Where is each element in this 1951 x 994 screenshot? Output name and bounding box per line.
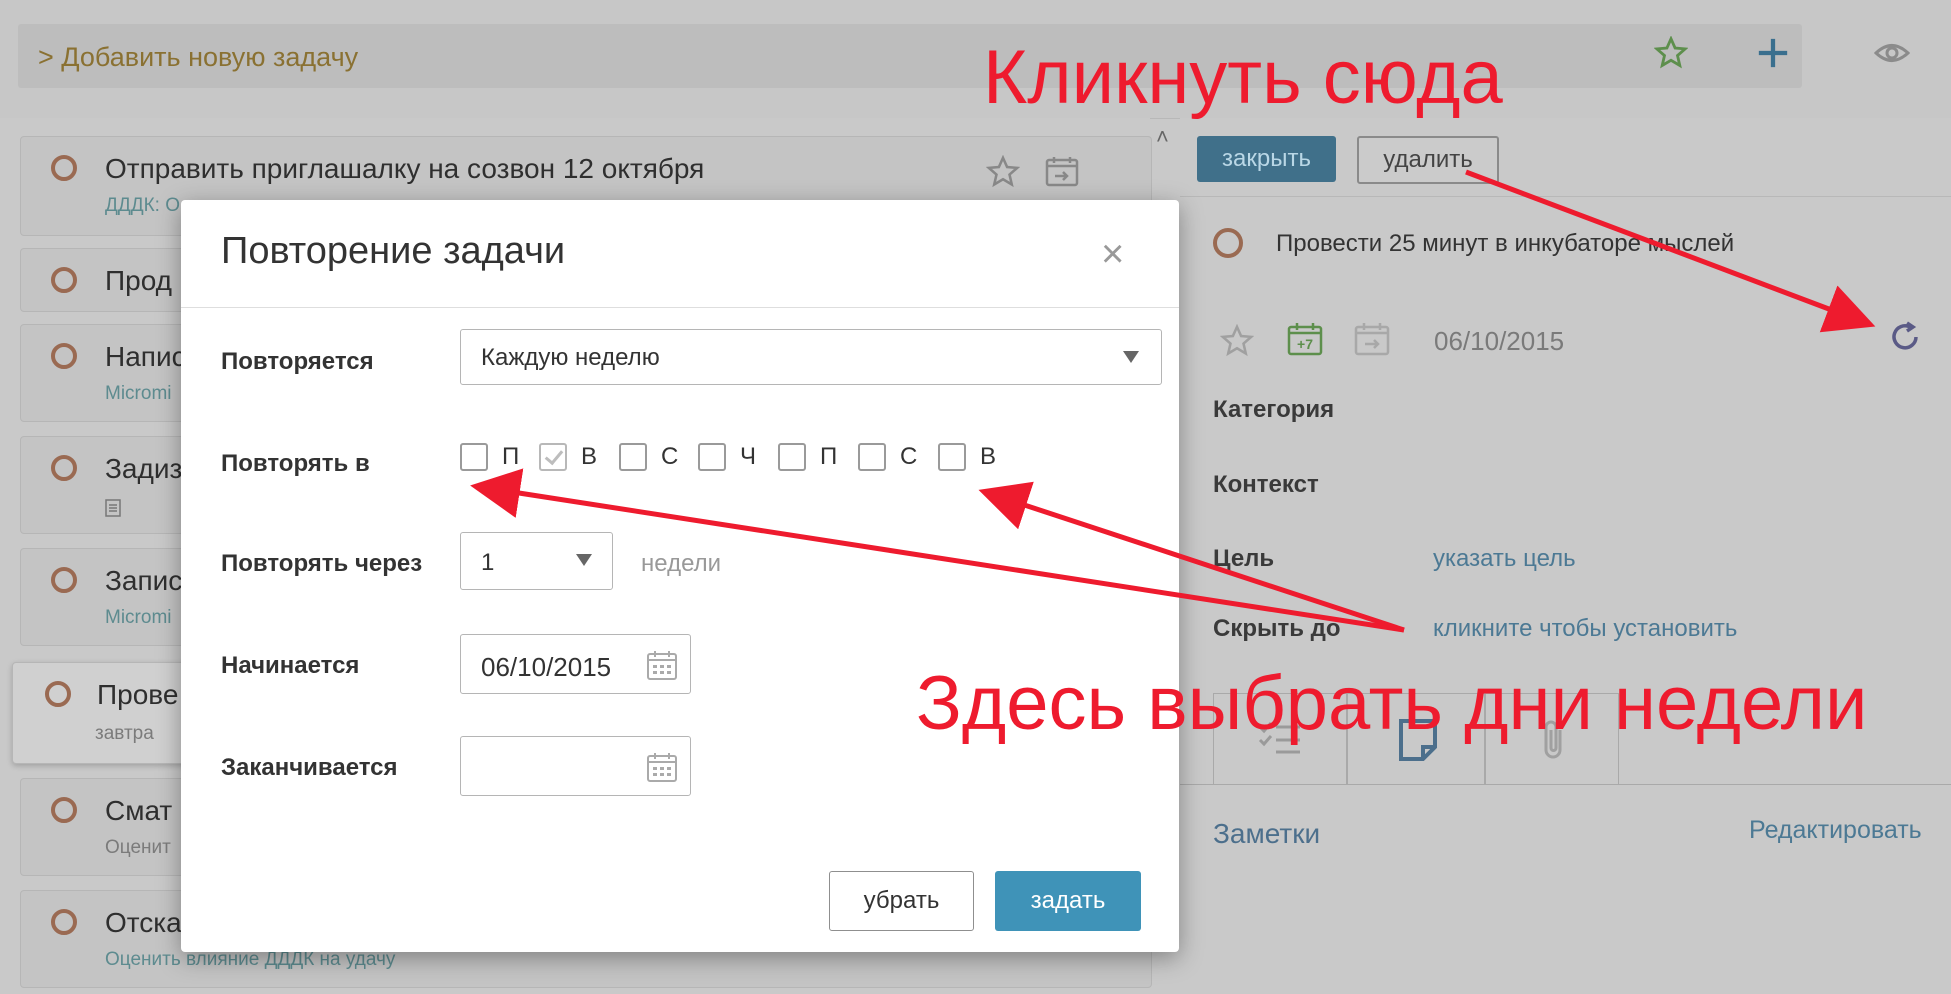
eye-icon[interactable] xyxy=(1873,42,1911,69)
divider xyxy=(181,307,1179,308)
note-icon xyxy=(105,499,121,522)
repeat-icon[interactable] xyxy=(1888,320,1922,359)
checkbox[interactable] xyxy=(460,443,488,471)
task-complete-circle[interactable] xyxy=(51,343,77,369)
detail-task-title[interactable]: Провести 25 минут в инкубаторе мыслей xyxy=(1276,230,1734,258)
add-task-label[interactable]: > Добавить новую задачу xyxy=(38,42,358,73)
postpone-calendar-icon[interactable] xyxy=(1045,155,1079,192)
hide-until-link[interactable]: кликните чтобы установить xyxy=(1433,615,1737,643)
ends-label: Заканчивается xyxy=(221,754,398,781)
goal-label: Цель xyxy=(1213,545,1275,572)
checkbox[interactable] xyxy=(698,443,726,471)
repeat-on-label: Повторять в xyxy=(221,450,370,477)
checkbox[interactable] xyxy=(778,443,806,471)
task-title[interactable]: Отска xyxy=(105,907,182,939)
task-title[interactable]: Отправить приглашалку на созвон 12 октяб… xyxy=(105,153,704,185)
task-subtitle: Оценить влияние ДДДК на удачу xyxy=(105,949,396,970)
task-complete-circle[interactable] xyxy=(1213,228,1243,258)
checkbox[interactable] xyxy=(938,443,966,471)
task-complete-circle[interactable] xyxy=(51,567,77,593)
postpone-calendar-icon[interactable] xyxy=(1354,322,1390,361)
star-icon[interactable] xyxy=(985,154,1021,194)
dialog-title: Повторение задачи xyxy=(221,230,566,272)
calendar-icon[interactable] xyxy=(646,649,678,686)
set-goal-link[interactable]: указать цель xyxy=(1433,545,1576,573)
category-label: Категория xyxy=(1213,396,1335,423)
calendar-icon[interactable] xyxy=(646,751,678,788)
hide-until-label: Скрыть до xyxy=(1213,615,1341,642)
collapse-up-icon[interactable]: ˄ xyxy=(1156,124,1169,150)
context-label: Контекст xyxy=(1213,471,1319,498)
plus7-badge-text: +7 xyxy=(1297,336,1313,352)
due-date[interactable]: 06/10/2015 xyxy=(1434,326,1564,357)
notes-heading: Заметки xyxy=(1213,818,1321,849)
checkbox[interactable] xyxy=(619,443,647,471)
repeat-every-label: Повторять через xyxy=(221,550,423,577)
task-complete-circle[interactable] xyxy=(51,909,77,935)
chevron-down-icon xyxy=(1123,350,1139,368)
task-title[interactable]: Прод xyxy=(105,265,172,297)
task-complete-circle[interactable] xyxy=(51,267,77,293)
start-date-input[interactable]: 06/10/2015 xyxy=(460,634,691,694)
task-complete-circle[interactable] xyxy=(51,455,77,481)
weekday-letter: С xyxy=(661,443,679,470)
plus-seven-days-icon[interactable]: +7 xyxy=(1287,322,1323,361)
repeat-task-dialog: Повторение задачи × Повторяется Каждую н… xyxy=(181,200,1179,952)
task-title[interactable]: Смат xyxy=(105,795,172,827)
task-title[interactable]: Запис xyxy=(105,565,182,597)
divider xyxy=(1180,784,1951,785)
weekday-letter: П xyxy=(820,443,838,470)
task-title[interactable]: Напис xyxy=(105,341,186,373)
divider xyxy=(1180,196,1951,197)
add-task-bar[interactable]: > Добавить новую задачу xyxy=(18,24,1802,88)
repeats-select-value: Каждую неделю xyxy=(481,344,660,371)
start-date-value: 06/10/2015 xyxy=(481,652,612,682)
star-icon[interactable] xyxy=(1219,323,1255,363)
task-title[interactable]: Прове xyxy=(97,679,178,711)
weekday-letter: П xyxy=(502,443,520,470)
annotation-click-here: Кликнуть сюда xyxy=(983,35,1503,120)
close-icon[interactable]: × xyxy=(1101,234,1124,274)
repeat-every-value: 1 xyxy=(481,549,495,576)
remove-button[interactable]: убрать xyxy=(829,871,974,931)
set-button[interactable]: задать xyxy=(995,871,1141,931)
weekday-letter: С xyxy=(900,443,918,470)
delete-button[interactable]: удалить xyxy=(1357,136,1499,184)
checkbox[interactable] xyxy=(858,443,886,471)
chevron-down-icon xyxy=(576,553,592,571)
starts-label: Начинается xyxy=(221,652,360,679)
add-icon[interactable] xyxy=(1756,36,1790,75)
edit-notes-link[interactable]: Редактировать xyxy=(1749,816,1922,845)
task-subtitle: Micromi xyxy=(105,607,172,628)
task-title[interactable]: Задиз xyxy=(105,453,182,485)
weekday-letter: В xyxy=(980,443,997,470)
task-complete-circle[interactable] xyxy=(51,797,77,823)
end-date-input[interactable] xyxy=(460,736,691,796)
annotation-select-days: Здесь выбрать дни недели xyxy=(916,661,1868,746)
task-subtitle: Оценит xyxy=(105,837,171,858)
star-icon[interactable] xyxy=(1653,35,1689,75)
task-due: завтра xyxy=(95,723,154,744)
checkbox-checked[interactable] xyxy=(539,443,567,471)
weekday-letter: В xyxy=(581,443,598,470)
task-complete-circle[interactable] xyxy=(45,681,71,707)
close-button[interactable]: закрыть xyxy=(1197,136,1336,182)
repeat-every-select[interactable]: 1 xyxy=(460,532,613,590)
repeats-label: Повторяется xyxy=(221,348,374,375)
task-complete-circle[interactable] xyxy=(51,155,77,181)
task-subtitle: Micromi xyxy=(105,383,172,404)
repeat-every-unit: недели xyxy=(641,550,722,577)
weekday-letter: Ч xyxy=(740,443,756,470)
task-subtitle: ДДДК: О xyxy=(105,195,181,216)
repeats-select[interactable]: Каждую неделю xyxy=(460,329,1162,385)
top-bar: > Добавить новую задачу xyxy=(0,0,1951,119)
